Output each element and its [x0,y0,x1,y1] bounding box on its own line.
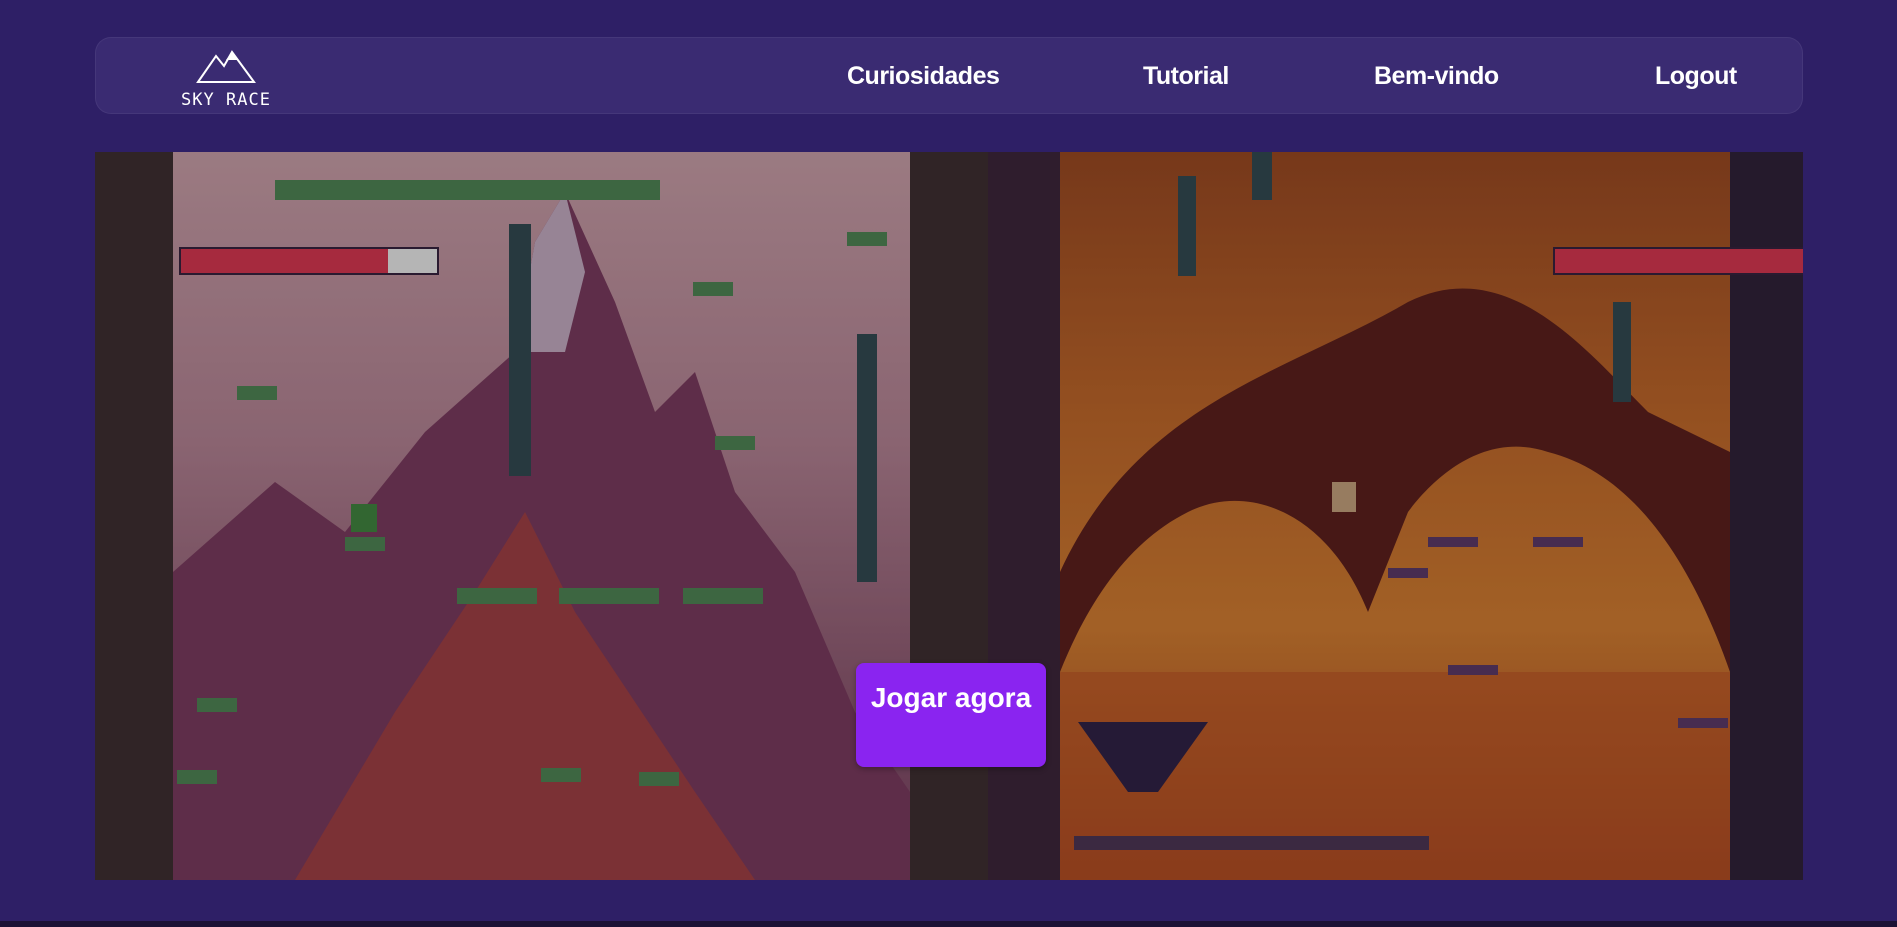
health-bar-fill [181,249,389,273]
health-bar-player2 [1553,247,1803,275]
nav-link-tutorial[interactable]: Tutorial [1143,62,1229,91]
navbar: SKY RACE Curiosidades Tutorial Bem-vindo… [95,37,1803,114]
game-panel-player2 [988,152,1803,880]
page-footer-edge [0,921,1897,927]
nav-link-bem-vindo[interactable]: Bem-vindo [1374,62,1499,91]
mountain-icon [196,50,256,83]
play-now-button[interactable]: Jogar agora [856,663,1046,767]
nav-link-logout[interactable]: Logout [1655,62,1737,91]
game-panel-player1 [95,152,988,880]
health-bar-fill [1555,249,1803,273]
logo[interactable]: SKY RACE [168,48,284,110]
health-bar-player1 [179,247,439,275]
brand-name: SKY RACE [181,90,271,110]
game-preview: Jogar agora [95,152,1803,880]
nav-link-curiosidades[interactable]: Curiosidades [847,62,1000,91]
